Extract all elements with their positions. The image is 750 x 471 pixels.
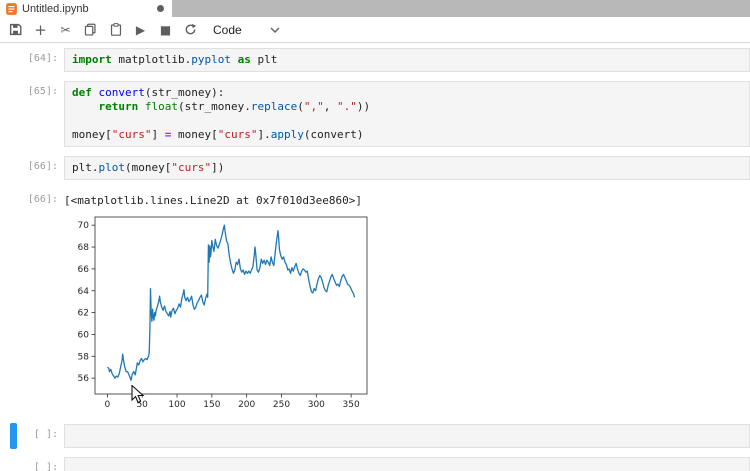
tab-title: Untitled.ipynb bbox=[22, 2, 89, 15]
svg-text:100: 100 bbox=[168, 400, 185, 410]
cell-type-label: Code bbox=[213, 22, 242, 37]
run-cell-button[interactable]: ▶ bbox=[128, 19, 153, 41]
cell-type-dropdown[interactable]: Code bbox=[213, 23, 280, 37]
code-cell: [66]: plt.plot(money["curs"]) bbox=[0, 156, 750, 180]
clipboard-icon bbox=[110, 23, 121, 36]
tab-untitled-ipynb[interactable]: Untitled.ipynb bbox=[0, 0, 172, 17]
svg-text:58: 58 bbox=[78, 352, 90, 362]
matplotlib-line-chart: 0 50 100 150 200 250 300 350 56 58 60 62 64 66 68 70 bbox=[75, 209, 375, 419]
svg-text:350: 350 bbox=[343, 400, 360, 410]
notebook-toolbar: + ✂ ▶ ■ Code bbox=[0, 17, 750, 43]
svg-text:70: 70 bbox=[78, 221, 90, 231]
input-prompt: [66]: bbox=[27, 161, 58, 172]
empty-code-cell: [ ]: bbox=[0, 423, 750, 449]
code-cell: [65]: def convert(str_money): return floa… bbox=[0, 81, 750, 147]
notebook-panel: [64]: import matplotlib.pyplot as plt [65]… bbox=[0, 44, 750, 471]
floppy-icon bbox=[9, 23, 22, 36]
svg-text:50: 50 bbox=[136, 400, 148, 410]
code-editor[interactable]: def convert(str_money): return float(str… bbox=[64, 81, 750, 147]
code-line: def convert(str_money): bbox=[72, 86, 225, 99]
svg-text:300: 300 bbox=[308, 400, 325, 410]
svg-text:56: 56 bbox=[78, 374, 90, 384]
svg-text:66: 66 bbox=[78, 265, 90, 275]
notebook-icon bbox=[6, 2, 17, 15]
svg-text:64: 64 bbox=[78, 287, 90, 297]
save-button[interactable] bbox=[3, 19, 28, 41]
restart-kernel-button[interactable] bbox=[178, 19, 203, 41]
input-prompt: [ ]: bbox=[33, 462, 58, 471]
svg-text:60: 60 bbox=[78, 330, 90, 340]
code-cell: [64]: import matplotlib.pyplot as plt bbox=[0, 48, 750, 72]
paste-cells-button[interactable] bbox=[103, 19, 128, 41]
code-line: plt.plot(money["curs"]) bbox=[72, 161, 225, 174]
output-prompt: [66]: bbox=[27, 194, 58, 205]
code-line: money["curs"] = money["curs"].apply(conv… bbox=[72, 128, 364, 141]
svg-text:0: 0 bbox=[104, 400, 110, 410]
output-text: [<matplotlib.lines.Line2D at 0x7f010d3ee… bbox=[64, 194, 363, 207]
tab-bar: Untitled.ipynb bbox=[0, 0, 750, 17]
active-cell-indicator bbox=[10, 423, 17, 449]
svg-text:150: 150 bbox=[203, 400, 220, 410]
cut-cells-button[interactable]: ✂ bbox=[53, 19, 78, 41]
input-prompt: [65]: bbox=[27, 86, 58, 97]
copy-cells-button[interactable] bbox=[78, 19, 103, 41]
code-editor[interactable] bbox=[64, 457, 750, 471]
stop-kernel-button[interactable]: ■ bbox=[153, 19, 178, 41]
copy-icon bbox=[84, 23, 96, 36]
svg-text:200: 200 bbox=[238, 400, 255, 410]
restart-icon bbox=[185, 23, 197, 35]
output-area: [66]: [<matplotlib.lines.Line2D at 0x7f01… bbox=[0, 189, 750, 207]
code-editor[interactable]: import matplotlib.pyplot as plt bbox=[64, 48, 750, 72]
svg-text:68: 68 bbox=[78, 243, 90, 253]
input-prompt: [64]: bbox=[27, 53, 58, 64]
code-line: return float(str_money.replace(",", ".")… bbox=[98, 100, 371, 113]
code-editor[interactable]: plt.plot(money["curs"]) bbox=[64, 156, 750, 180]
code-line: import matplotlib.pyplot as plt bbox=[72, 53, 278, 66]
code-editor[interactable] bbox=[64, 424, 750, 448]
chevron-down-icon bbox=[270, 27, 280, 33]
unsaved-changes-dot-icon[interactable] bbox=[157, 5, 164, 12]
add-cell-button[interactable]: + bbox=[28, 19, 53, 41]
svg-text:250: 250 bbox=[273, 400, 290, 410]
empty-code-cell: [ ]: bbox=[0, 457, 750, 471]
svg-text:62: 62 bbox=[78, 309, 89, 319]
figure-output: 0 50 100 150 200 250 300 350 56 58 60 62 64 66 68 70 bbox=[70, 207, 750, 424]
